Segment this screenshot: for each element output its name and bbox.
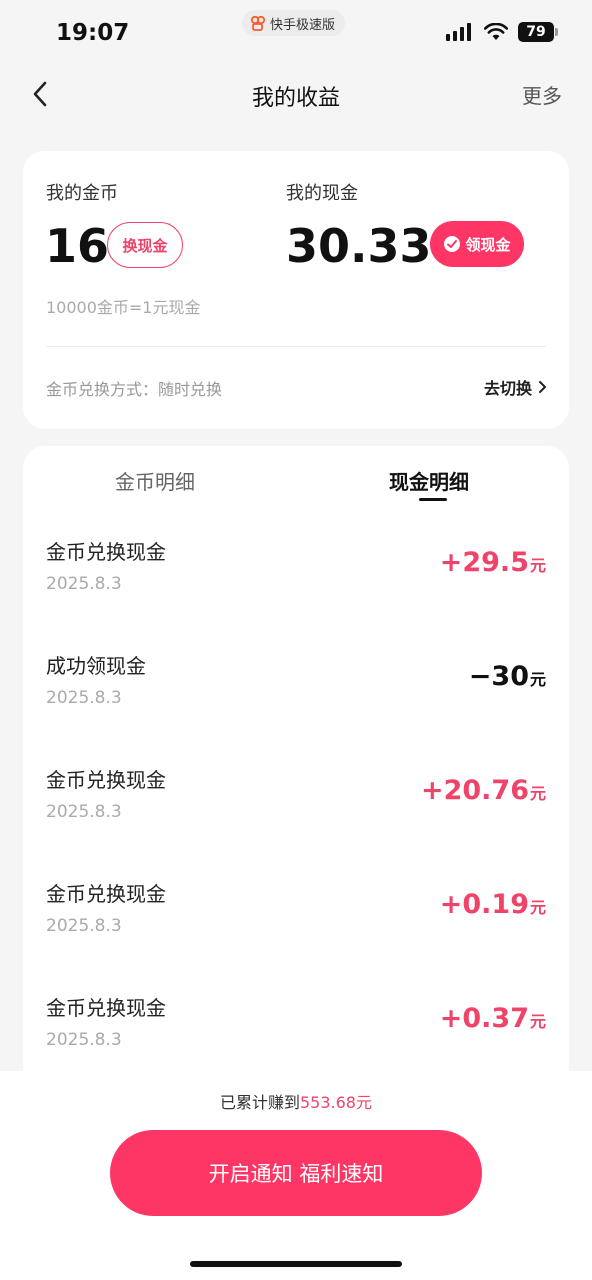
app-name: 快手极速版 <box>270 17 336 33</box>
record-amount: +0.37 元 <box>440 1003 546 1034</box>
switch-method-link[interactable]: 去切换 <box>484 375 547 399</box>
record-date: 2025.8.3 <box>46 802 122 822</box>
tab-coin-details[interactable]: 金币明细 <box>115 466 195 495</box>
status-time: 19:07 <box>56 20 130 46</box>
divider <box>46 346 546 347</box>
amount-value: +0.37 <box>439 1003 529 1034</box>
record-title: 金币兑换现金 <box>46 768 166 792</box>
record-title: 金币兑换现金 <box>46 882 166 906</box>
app-indicator-pill: 快手极速版 <box>242 10 346 36</box>
cash-balance: 30.33 <box>286 219 432 273</box>
list-item: 金币兑换现金 2025.8.3 +20.76 元 <box>23 760 569 874</box>
amount-unit: 元 <box>529 556 546 575</box>
amount-value: +29.5 <box>439 547 529 578</box>
kuaishou-icon <box>250 15 266 31</box>
record-amount: +29.5 元 <box>440 547 546 578</box>
chevron-right-icon <box>539 381 546 393</box>
battery-icon: 79 <box>518 22 558 42</box>
amount-value: +0.19 <box>439 889 529 920</box>
amount-unit: 元 <box>529 898 546 917</box>
earnings-page: 19:07 快手极速版 79 我的收益 更多 我的金币 16 换现金 我的现金 … <box>0 0 592 1280</box>
exchange-cash-button[interactable]: 换现金 <box>107 222 183 268</box>
home-indicator <box>190 1261 402 1267</box>
record-title: 金币兑换现金 <box>46 996 166 1020</box>
record-amount: +20.76 元 <box>421 775 546 806</box>
coin-label: 我的金币 <box>46 183 118 204</box>
total-earned-amount: 553.68元 <box>300 1093 372 1112</box>
tab-cash-details[interactable]: 现金明细 <box>389 466 469 495</box>
more-button[interactable]: 更多 <box>522 80 562 109</box>
detail-tabs: 金币明细 现金明细 <box>23 446 569 508</box>
details-card: 金币明细 现金明细 金币兑换现金 2025.8.3 +29.5 元 成功领现金 2… <box>23 446 569 1086</box>
record-amount: −30 元 <box>469 661 546 692</box>
record-date: 2025.8.3 <box>46 574 122 594</box>
back-button[interactable] <box>22 76 58 112</box>
record-date: 2025.8.3 <box>46 688 122 708</box>
status-bar: 19:07 快手极速版 79 <box>0 0 592 64</box>
total-earned: 已累计赚到553.68元 <box>0 1089 592 1113</box>
record-title: 成功领现金 <box>46 654 146 678</box>
list-item: 金币兑换现金 2025.8.3 +0.19 元 <box>23 874 569 988</box>
enable-notifications-button[interactable]: 开启通知 福利速知 <box>110 1130 482 1216</box>
record-title: 金币兑换现金 <box>46 540 166 564</box>
exchange-method: 金币兑换方式：随时兑换 <box>46 380 223 399</box>
page-title: 我的收益 <box>251 86 340 111</box>
active-tab-indicator <box>419 498 447 501</box>
claim-cash-button[interactable]: 领现金 <box>430 221 524 267</box>
claim-cash-label: 领现金 <box>465 235 511 254</box>
records-list: 金币兑换现金 2025.8.3 +29.5 元 成功领现金 2025.8.3 −3… <box>23 532 569 1086</box>
list-item: 成功领现金 2025.8.3 −30 元 <box>23 646 569 760</box>
exchange-rate: 10000金币=1元现金 <box>46 298 201 317</box>
cash-label: 我的现金 <box>286 183 358 204</box>
balance-summary-card: 我的金币 16 换现金 我的现金 30.33 领现金 10000金币=1元现金 … <box>23 151 569 429</box>
bottom-sheet: 已累计赚到553.68元 开启通知 福利速知 <box>0 1071 592 1280</box>
wifi-icon <box>484 23 508 40</box>
total-earned-label: 已累计赚到 <box>219 1093 300 1112</box>
status-icons: 79 <box>446 22 558 42</box>
amount-value: +20.76 <box>420 775 529 806</box>
coin-balance: 16 <box>45 219 110 273</box>
wallet-icon <box>444 236 461 252</box>
nav-bar: 我的收益 更多 <box>0 64 592 124</box>
amount-unit: 元 <box>529 784 546 803</box>
amount-unit: 元 <box>529 670 546 689</box>
amount-value: −30 <box>468 661 529 692</box>
record-amount: +0.19 元 <box>440 889 546 920</box>
signal-icon <box>446 23 471 41</box>
record-date: 2025.8.3 <box>46 1030 122 1050</box>
list-item: 金币兑换现金 2025.8.3 +29.5 元 <box>23 532 569 646</box>
record-date: 2025.8.3 <box>46 916 122 936</box>
chevron-left-icon <box>33 81 47 107</box>
amount-unit: 元 <box>529 1012 546 1031</box>
switch-method-label: 去切换 <box>483 379 532 398</box>
